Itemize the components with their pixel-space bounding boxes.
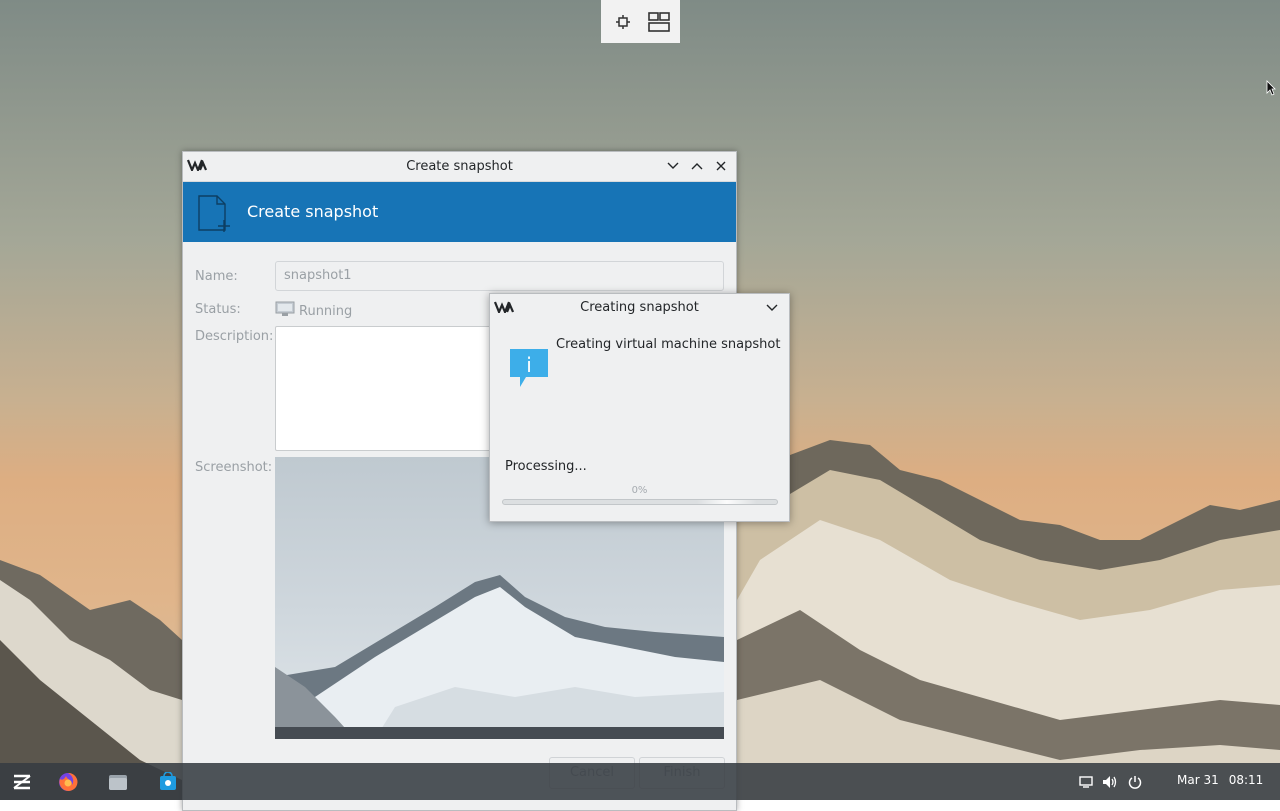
display-icon[interactable] xyxy=(1077,773,1095,791)
running-monitor-icon xyxy=(275,301,295,321)
status-value: Running xyxy=(275,301,352,321)
power-icon[interactable] xyxy=(1126,773,1144,791)
virt-manager-logo-icon xyxy=(186,159,208,175)
progress-status-text: Processing... xyxy=(505,459,587,474)
dialog-header-title: Create snapshot xyxy=(247,202,379,221)
svg-text:i: i xyxy=(526,353,532,377)
progress-bar-busy-highlight xyxy=(697,500,757,504)
creating-snapshot-progress-dialog: Creating snapshot i Creating virtual mac… xyxy=(489,293,790,522)
vm-display-toolbar xyxy=(601,0,680,43)
taskbar: Mar 31 08:11 xyxy=(0,763,1280,800)
screenshot-label: Screenshot: xyxy=(195,460,273,475)
description-label: Description: xyxy=(195,329,274,344)
progress-dialog-titlebar[interactable]: Creating snapshot xyxy=(490,294,789,322)
software-store-icon[interactable] xyxy=(156,770,180,794)
progress-percent-label: 0% xyxy=(631,485,648,496)
dialog-titlebar[interactable]: Create snapshot xyxy=(183,152,736,182)
clock-date: Mar 31 xyxy=(1177,773,1219,787)
fit-screen-icon[interactable] xyxy=(612,11,634,33)
info-icon: i xyxy=(508,347,550,393)
files-icon[interactable] xyxy=(106,770,130,794)
maximize-button[interactable] xyxy=(688,157,706,175)
zorin-menu-icon[interactable] xyxy=(10,770,34,794)
screenshot-mini-taskbar xyxy=(275,727,724,739)
dialog-title: Create snapshot xyxy=(406,159,513,174)
mouse-cursor-icon xyxy=(1266,80,1276,100)
name-label: Name: xyxy=(195,269,238,284)
firefox-icon[interactable] xyxy=(56,770,80,794)
volume-icon[interactable] xyxy=(1101,773,1119,791)
status-label: Status: xyxy=(195,302,241,317)
close-button[interactable] xyxy=(712,157,730,175)
status-text: Running xyxy=(299,303,353,319)
minimize-button[interactable] xyxy=(664,157,682,175)
progress-dialog-title: Creating snapshot xyxy=(580,300,699,315)
dialog-header-banner: Create snapshot xyxy=(183,182,736,242)
new-snapshot-icon xyxy=(197,194,231,236)
chevron-down-icon[interactable] xyxy=(763,299,781,317)
progress-message: Creating virtual machine snapshot xyxy=(556,337,781,352)
window-layout-icon[interactable] xyxy=(647,11,670,33)
progress-bar xyxy=(502,499,778,505)
clock[interactable]: Mar 31 08:11 xyxy=(1177,773,1263,787)
snapshot-name-field[interactable]: snapshot1 xyxy=(275,261,724,291)
clock-time: 08:11 xyxy=(1228,773,1264,787)
